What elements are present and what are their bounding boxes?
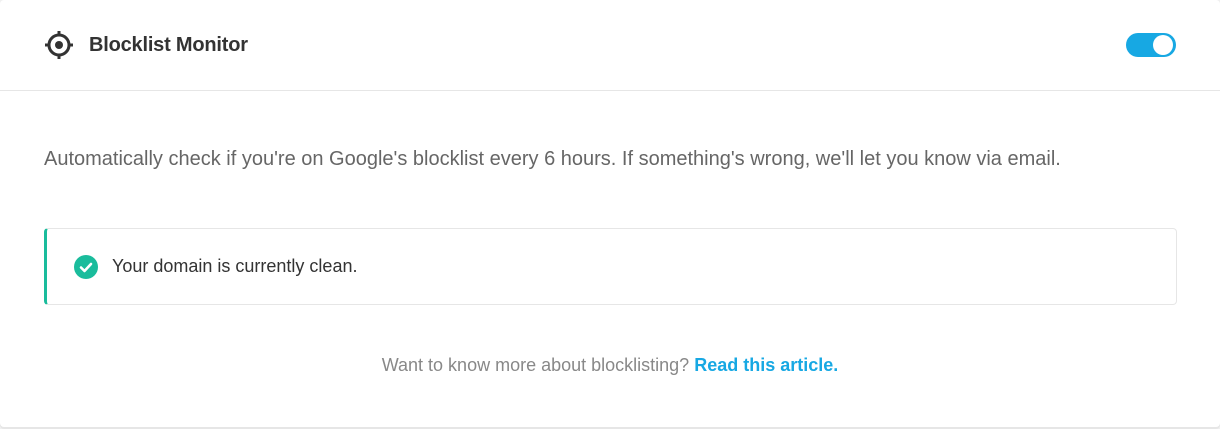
footer-prompt: Want to know more about blocklisting? [381, 355, 690, 375]
card-title: Blocklist Monitor [89, 33, 248, 56]
blocklist-monitor-card: Blocklist Monitor Automatically check if… [0, 0, 1220, 427]
description-text: Automatically check if you're on Google'… [44, 148, 1061, 170]
monitor-toggle[interactable] [1126, 33, 1176, 57]
card-header: Blocklist Monitor [0, 0, 1220, 91]
card-body: Automatically check if you're on Google'… [0, 147, 1220, 376]
toggle-knob [1153, 35, 1173, 55]
check-circle-icon [74, 254, 98, 279]
status-notice: Your domain is currently clean. [44, 228, 1177, 305]
target-icon [44, 30, 74, 60]
read-article-link[interactable]: Read this article. [694, 355, 838, 375]
footer-line: Want to know more about blocklisting? Re… [44, 355, 1176, 376]
status-notice-text: Your domain is currently clean. [112, 256, 358, 276]
